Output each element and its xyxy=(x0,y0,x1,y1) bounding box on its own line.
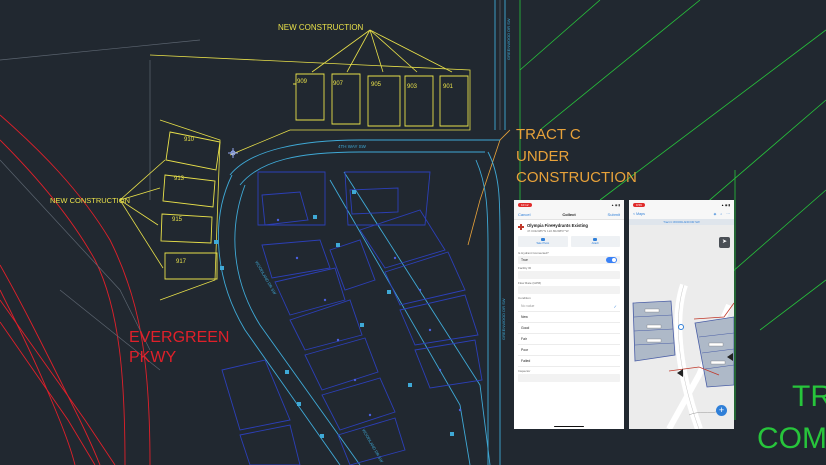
tract-partial-label-2: COM xyxy=(757,422,826,455)
collect-phone-screenshot: 10:12 ▲ ◉ ▮ Cancel Collect Submit Olympi… xyxy=(514,200,624,429)
option-label: Fair xyxy=(521,337,527,341)
checkmark-icon: ✓ xyxy=(613,303,617,309)
condition-field: Condition xyxy=(514,294,624,300)
inspector-field: Inspector xyxy=(514,367,624,382)
street-label-woodland-bottom: WOODLAND DR SW xyxy=(361,428,384,464)
street-label-greenwood-right: GREENWOOD DR SW xyxy=(501,298,506,340)
tract-partial-label-1: TR xyxy=(792,380,826,413)
option-label: No value xyxy=(521,304,535,308)
left-lots xyxy=(160,131,221,280)
take-photo-button[interactable]: Take Photo xyxy=(518,236,568,247)
new-construction-left-label: NEW CONSTRUCTION xyxy=(50,196,130,205)
status-time: 10:12 xyxy=(518,202,532,207)
coordinates: 47.0432485°N 122.8029857°W xyxy=(527,229,569,233)
facility-id-input[interactable] xyxy=(518,271,620,279)
condition-option-selected[interactable]: No value ✓ xyxy=(518,301,620,312)
condition-option[interactable]: Fair xyxy=(518,334,620,345)
map-canvas[interactable] xyxy=(629,225,734,429)
flow-rate-field: Flow Rate (GPM) xyxy=(514,279,624,294)
home-indicator xyxy=(554,425,584,427)
flow-rate-input[interactable] xyxy=(518,286,620,294)
condition-options: No value ✓ New Good Fair Poor Failed xyxy=(514,301,624,367)
condition-option[interactable]: New xyxy=(518,312,620,323)
maps-back-button[interactable]: < Maps xyxy=(633,212,645,216)
locate-icon[interactable]: ➤ xyxy=(719,237,730,248)
add-feature-button[interactable]: + xyxy=(716,405,727,416)
inspector-input[interactable] xyxy=(518,374,620,382)
option-label: New xyxy=(521,315,528,319)
connected-value: True xyxy=(521,258,528,262)
tract-c-label-line2: UNDER xyxy=(516,148,570,165)
yellow-boundary xyxy=(149,54,471,301)
field-label: Condition xyxy=(518,296,531,300)
lot-number: 903 xyxy=(407,84,418,90)
status-time: 9:59 xyxy=(633,202,645,207)
utility-markers xyxy=(214,190,454,438)
map-phone-screenshot: 9:59 ▲ ◉ ▮ < Maps ◈ ⌕ ⋯ Tract C WOODLAND… xyxy=(629,200,734,429)
cancel-button[interactable]: Cancel xyxy=(518,212,530,217)
street-label-4th-way: 4TH WAY SW xyxy=(338,144,367,149)
lot-number: 909 xyxy=(297,79,308,85)
field-label: Is Hydrant Connected? xyxy=(518,251,549,255)
status-bar: 10:12 ▲ ◉ ▮ xyxy=(514,200,624,209)
option-label: Failed xyxy=(521,359,531,363)
screenshot-stage: 909 907 905 903 901 910 913 915 917 4TH … xyxy=(0,0,826,465)
lot-number: 910 xyxy=(184,137,195,143)
new-construction-top-label: NEW CONSTRUCTION xyxy=(278,23,364,32)
status-bar: 9:59 ▲ ◉ ▮ xyxy=(629,200,734,209)
option-label: Poor xyxy=(521,348,529,352)
status-icons: ▲ ◉ ▮ xyxy=(721,202,730,207)
tract-c-leader-line xyxy=(467,129,511,246)
attach-label: Attach xyxy=(591,242,599,245)
status-icons: ▲ ◉ ▮ xyxy=(611,202,620,207)
evergreen-parkway-lines xyxy=(0,114,151,465)
field-label: Facility ID xyxy=(518,266,532,270)
facility-id-field: Facility ID xyxy=(514,264,624,279)
layers-icon[interactable]: ◈ xyxy=(714,212,717,216)
collect-nav-bar: Cancel Collect Submit xyxy=(514,209,624,220)
connected-toggle[interactable] xyxy=(606,257,617,263)
street-label-greenwood-top: GREENWOOD DR SW xyxy=(506,18,511,60)
option-label: Good xyxy=(521,326,530,330)
evergreen-label-line1: EVERGREEN xyxy=(129,329,229,346)
camera-icon xyxy=(540,238,545,241)
condition-option[interactable]: Poor xyxy=(518,345,620,356)
take-photo-label: Take Photo xyxy=(536,242,550,245)
lot-number: 907 xyxy=(333,81,344,87)
condition-option[interactable]: Failed xyxy=(518,356,620,367)
connected-field: Is Hydrant Connected? True xyxy=(514,249,624,264)
crosshair-icon xyxy=(228,148,238,158)
connected-toggle-row[interactable]: True xyxy=(518,256,620,264)
gray-parcel-lines xyxy=(0,0,501,371)
left-arrows xyxy=(119,159,166,269)
lot-number: 915 xyxy=(172,217,183,223)
hydrant-icon xyxy=(518,224,524,230)
feature-header: Olympia FireHydrants Existing 47.0432485… xyxy=(514,220,624,234)
layer-title: Olympia FireHydrants Existing xyxy=(527,223,588,228)
submit-button[interactable]: Submit xyxy=(608,212,620,217)
nav-title: Collect xyxy=(562,211,576,217)
lot-number: 905 xyxy=(371,82,382,88)
map-toolbar: ◈ ⌕ ⋯ xyxy=(714,212,730,216)
blue-lots xyxy=(221,171,483,465)
tract-c-label-line3: CONSTRUCTION xyxy=(516,169,637,186)
condition-option[interactable]: Good xyxy=(518,323,620,334)
lot-number: 917 xyxy=(176,259,187,265)
more-icon[interactable]: ⋯ xyxy=(726,212,730,216)
paperclip-icon xyxy=(593,238,598,241)
field-label: Inspector xyxy=(518,369,531,373)
tract-c-label-line1: TRACT C xyxy=(516,126,581,143)
search-icon[interactable]: ⌕ xyxy=(720,212,722,216)
evergreen-label-line2: PKWY xyxy=(129,349,176,366)
attach-button[interactable]: Attach xyxy=(570,236,620,247)
lot-number: 901 xyxy=(443,84,454,90)
attachment-actions: Take Photo Attach xyxy=(514,234,624,249)
field-label: Flow Rate (GPM) xyxy=(518,281,542,285)
lot-number: 913 xyxy=(174,176,185,182)
map-nav-bar: < Maps ◈ ⌕ ⋯ xyxy=(629,209,734,219)
